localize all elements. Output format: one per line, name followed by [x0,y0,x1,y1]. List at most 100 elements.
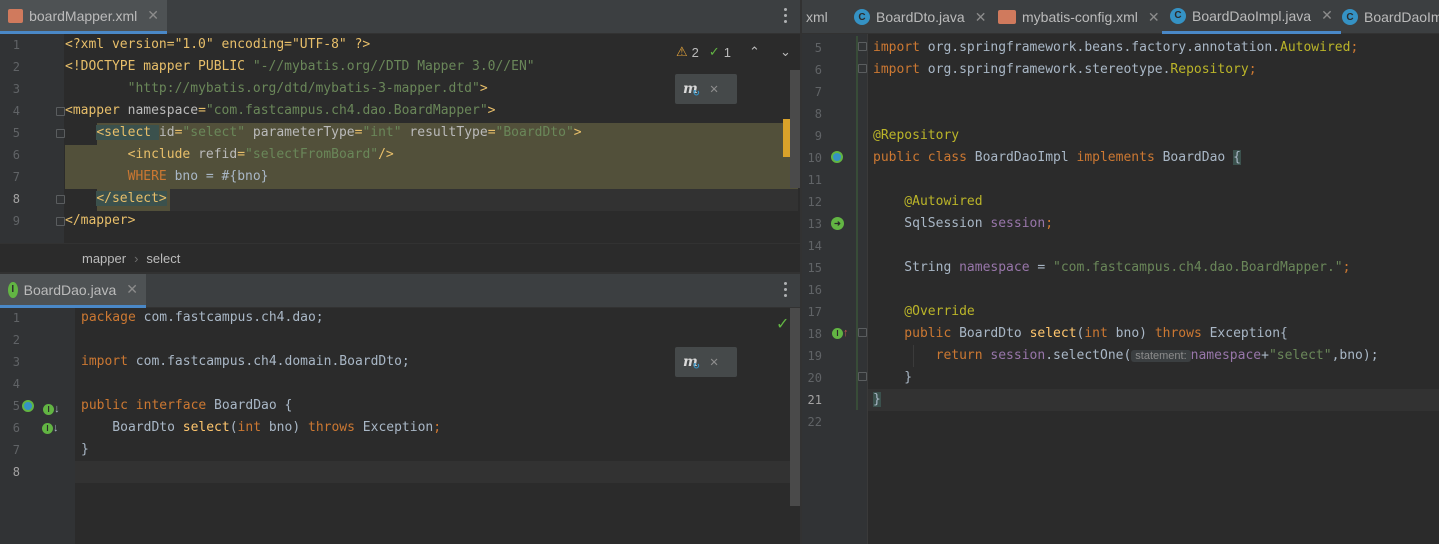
warning-icon: ⚠ [676,44,688,59]
tab-board-dto-java[interactable]: C BoardDto.java ✕ [846,0,994,34]
code-token: org.springframework.beans.factory.annota… [919,40,1280,55]
close-tab-icon[interactable]: ✕ [975,9,987,26]
close-icon[interactable]: ✕ [710,354,718,370]
code-token: com.fastcampus.ch4.dao; [135,310,324,325]
code-line: </mapper> [65,210,135,232]
code-token: org.springframework.stereotype. [919,62,1171,77]
code-token: Exception{ [1201,326,1288,341]
arrow-down-icon: ↓ [53,422,59,434]
fold-marker-icon[interactable] [858,328,867,337]
code-token: select [1029,326,1077,341]
impl-editor-tabbar: xml C BoardDto.java ✕ mybatis-config.xml… [802,0,1439,34]
tab-board-dao-impl-java[interactable]: C BoardDaoImpl.java ✕ [1162,0,1341,34]
close-tab-icon[interactable]: ✕ [1321,7,1333,24]
autowired-bean-icon[interactable]: ➜ [831,217,844,230]
code-line: <?xml version="1.0" encoding="UTF-8" ?> [65,34,370,56]
tab-board-dao-java[interactable]: I BoardDao.java ✕ [0,274,146,308]
line-number: 8 [814,107,822,121]
tab-board-mapper-xml[interactable]: boardMapper.xml ✕ [0,0,167,34]
line-number: 4 [12,377,20,391]
code-token: ( [229,420,238,435]
code-line: import com.fastcampus.ch4.domain.BoardDt… [81,351,410,373]
code-token: > [573,125,582,140]
line-number: 6 [12,421,20,435]
breadcrumb-item[interactable]: select [146,251,180,266]
code-line: <mapper namespace="com.fastcampus.ch4.da… [65,100,496,122]
xml-file-icon [8,8,24,23]
more-options-icon[interactable] [783,8,787,24]
interface-editor-pane: I BoardDao.java ✕ 1 2 3 4 5 6 7 8 I ↓ I ↓ … [0,274,800,544]
code-token: Repository [1170,62,1249,77]
close-icon[interactable]: ✕ [710,81,718,97]
code-token: "com.fastcampus.ch4.dao.BoardMapper" [205,103,488,118]
no-problems-check-icon[interactable]: ✓ [776,314,789,334]
current-line [170,189,798,211]
pane-divider[interactable] [0,272,800,274]
implements-method-icon[interactable]: I ↑ [832,327,849,339]
tab-mybatis-config-xml[interactable]: mybatis-config.xml ✕ [990,0,1168,34]
xml-file-icon [998,10,1016,24]
code-token: /> [378,147,394,162]
arrow-down-icon: ↓ [54,403,60,415]
fold-marker-icon[interactable] [858,372,867,381]
line-number: 11 [807,173,822,187]
code-line: SqlSession session; [873,213,1053,235]
code-line: public interface BoardDao { [81,395,292,417]
code-token: BoardDto [81,420,183,435]
fold-marker-icon[interactable] [858,64,867,73]
fold-marker-icon[interactable] [56,107,65,116]
more-options-icon[interactable] [783,282,787,298]
vertical-scrollbar[interactable] [790,70,800,188]
tab-xml-partial[interactable]: xml [802,0,836,34]
close-tab-icon[interactable]: ✕ [126,281,138,298]
code-token: select [182,420,230,435]
class-icon: C [1342,9,1358,25]
mybatis-logo-icon[interactable]: m ↻ [683,81,700,99]
change-marker [856,36,858,410]
mybatis-logo-icon[interactable]: m ↻ [683,354,700,372]
fold-marker-icon[interactable] [56,217,65,226]
code-token: "BoardDto" [495,125,574,140]
tab-board-dao-impl-partial[interactable]: C BoardDaoIm [1334,0,1439,34]
line-number: 10 [807,151,822,165]
code-token: public [873,326,952,341]
chevron-up-icon[interactable]: ⌃ [749,44,760,60]
line-number: 7 [12,443,20,457]
code-token: ,bno); [1331,348,1379,363]
code-token: BoardDto [951,326,1030,341]
code-line: @Repository [873,125,959,147]
implemented-icon[interactable]: I [43,404,55,415]
fold-marker-icon[interactable] [56,129,65,138]
code-token: bno) [261,420,308,435]
bean-icon[interactable] [831,151,843,166]
implemented-icon[interactable]: I [42,423,53,434]
chevron-down-icon[interactable]: ⌄ [780,44,791,60]
breadcrumb-item[interactable]: mapper [82,251,126,266]
code-token: "-//mybatis.org//DTD Mapper 3.0//EN" [252,59,535,74]
close-tab-icon[interactable]: ✕ [147,7,159,24]
code-token: = [487,125,496,140]
fold-marker-icon[interactable] [56,195,65,204]
code-line: public BoardDto select(int bno) throws E… [873,323,1288,345]
code-line: import org.springframework.beans.factory… [873,37,1358,59]
tab-label: xml [806,9,828,25]
code-token: Autowired [1280,40,1351,55]
class-icon: C [854,9,870,25]
code-line: String namespace = "com.fastcampus.ch4.d… [873,257,1350,279]
gutter-icons: I ↓ [22,400,60,415]
vertical-scrollbar[interactable] [790,308,800,506]
close-tab-icon[interactable]: ✕ [1148,9,1160,26]
inspection-widget[interactable]: ⚠ 2 ✓ 1 ⌃ ⌄ [676,44,791,60]
code-token: SqlSession [873,216,991,231]
mybatis-mapper-icon[interactable] [22,400,34,412]
code-token: int [1084,326,1108,341]
breadcrumb: mapper › select [0,243,800,273]
line-number: 14 [807,239,822,253]
code-token: WHERE [127,169,167,184]
line-number: 6 [814,63,822,77]
code-token: BoardDao { [206,398,293,413]
fold-marker-icon[interactable] [858,42,867,51]
line-number: 5 [814,41,822,55]
